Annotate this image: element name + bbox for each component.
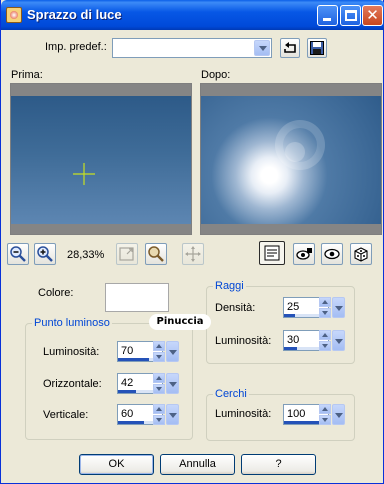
verticale-dropdown-icon[interactable] [166, 404, 179, 425]
orizzontale-value: 42 [121, 377, 134, 389]
spin-up-icon[interactable] [153, 373, 165, 383]
raggi-luminosita-spinner[interactable] [319, 330, 331, 351]
punto-luminosita-label: Luminosità: [43, 346, 100, 358]
orizzontale-label: Orizzontale: [43, 378, 102, 390]
verticale-spinner[interactable] [153, 404, 165, 425]
lock-icon [296, 248, 312, 260]
eye-icon [324, 248, 340, 260]
cancel-button[interactable]: Annulla [160, 454, 235, 475]
app-icon [6, 7, 22, 23]
after-preview [200, 83, 382, 235]
spin-up-icon[interactable] [153, 341, 165, 351]
before-preview[interactable] [10, 83, 192, 235]
pan-button[interactable] [182, 243, 204, 265]
before-image [11, 96, 191, 224]
zoom-level: 28,33% [67, 249, 105, 261]
pan-icon [185, 246, 201, 262]
help-button[interactable]: ? [241, 454, 316, 475]
zoom-100-icon [148, 246, 164, 262]
cerchi-luminosita-dropdown-icon[interactable] [332, 404, 345, 425]
save-preset-button[interactable] [307, 38, 327, 58]
spin-up-icon[interactable] [153, 404, 165, 414]
close-button[interactable]: ✕ [362, 5, 383, 26]
minimize-icon [323, 18, 331, 21]
after-label: Dopo: [201, 69, 231, 81]
spin-down-icon[interactable] [153, 415, 165, 425]
watermark: Pinuccia [149, 314, 211, 330]
raggi-luminosita-dropdown-icon[interactable] [332, 330, 345, 351]
spin-down-icon[interactable] [319, 341, 331, 351]
title-bar[interactable]: Sprazzo di luce ✕ [1, 0, 384, 30]
preview-top-bar [11, 84, 191, 96]
spin-down-icon[interactable] [319, 415, 331, 425]
punto-luminosita-dropdown-icon[interactable] [166, 341, 179, 362]
fit-to-window-icon [119, 247, 134, 261]
cerchi-luminosita-label: Luminosità: [215, 408, 272, 420]
reset-icon [284, 42, 296, 53]
preview-top-bar [201, 84, 381, 96]
maximize-button[interactable] [340, 5, 361, 26]
slider-fill [284, 347, 298, 350]
reset-button[interactable] [280, 38, 300, 58]
preset-label: Imp. predef.: [45, 41, 107, 53]
fit-to-window-button[interactable] [116, 243, 138, 265]
ok-button[interactable]: OK [79, 454, 154, 475]
raggi-luminosita-value: 30 [287, 334, 300, 346]
color-swatch[interactable] [105, 283, 169, 312]
slider-fill [118, 358, 149, 361]
densita-label: Densità: [215, 302, 256, 314]
close-icon: ✕ [366, 7, 379, 24]
densita-value: 25 [287, 301, 300, 313]
lens-flare-circle [285, 142, 305, 162]
verticale-value: 60 [121, 408, 134, 420]
slider-fill [284, 314, 295, 317]
spin-up-icon[interactable] [319, 404, 331, 414]
preview-bottom-bar [201, 224, 381, 234]
zoom-100-button[interactable] [145, 243, 167, 265]
minimize-button[interactable] [317, 5, 338, 26]
raggi-legend: Raggi [213, 280, 246, 292]
dropdown-arrow-icon[interactable] [254, 40, 270, 56]
preset-dropdown[interactable] [112, 38, 272, 58]
random-icon [354, 247, 368, 262]
zoom-out-button[interactable] [7, 243, 29, 265]
preview-bottom-bar [11, 224, 191, 234]
colore-label: Colore: [38, 287, 74, 299]
eye-button[interactable] [321, 243, 343, 265]
punto-luminosita-spinner[interactable] [153, 341, 165, 362]
proof-toggle[interactable] [259, 241, 285, 265]
punto-luminosita-value: 70 [121, 345, 134, 357]
densita-spinner[interactable] [319, 297, 331, 318]
slider-fill [118, 390, 137, 393]
densita-dropdown-icon[interactable] [332, 297, 345, 318]
orizzontale-spinner[interactable] [153, 373, 165, 394]
zoom-in-button[interactable] [34, 243, 56, 265]
punto-luminoso-legend: Punto luminoso [32, 317, 112, 329]
spin-up-icon[interactable] [319, 297, 331, 307]
maximize-icon [345, 10, 357, 21]
crosshair-icon[interactable] [73, 163, 95, 185]
after-image [201, 96, 381, 224]
lock-button[interactable] [293, 243, 315, 265]
verticale-label: Verticale: [43, 409, 89, 421]
random-button[interactable] [350, 243, 372, 265]
spin-up-icon[interactable] [319, 330, 331, 340]
cerchi-legend: Cerchi [213, 388, 249, 400]
zoom-in-icon [37, 246, 53, 262]
spin-down-icon[interactable] [319, 308, 331, 318]
cerchi-luminosita-spinner[interactable] [319, 404, 331, 425]
dialog-window: Sprazzo di luce ✕ Imp. predef.: Prima: D… [0, 0, 384, 484]
slider-fill [118, 421, 145, 424]
cerchi-luminosita-value: 100 [287, 408, 306, 420]
zoom-out-icon [10, 246, 26, 262]
proof-icon [264, 245, 280, 261]
orizzontale-dropdown-icon[interactable] [166, 373, 179, 394]
raggi-luminosita-label: Luminosità: [215, 335, 272, 347]
spin-down-icon[interactable] [153, 384, 165, 394]
window-title: Sprazzo di luce [27, 7, 122, 22]
before-label: Prima: [11, 69, 43, 81]
save-icon [310, 41, 324, 55]
spin-down-icon[interactable] [153, 352, 165, 362]
